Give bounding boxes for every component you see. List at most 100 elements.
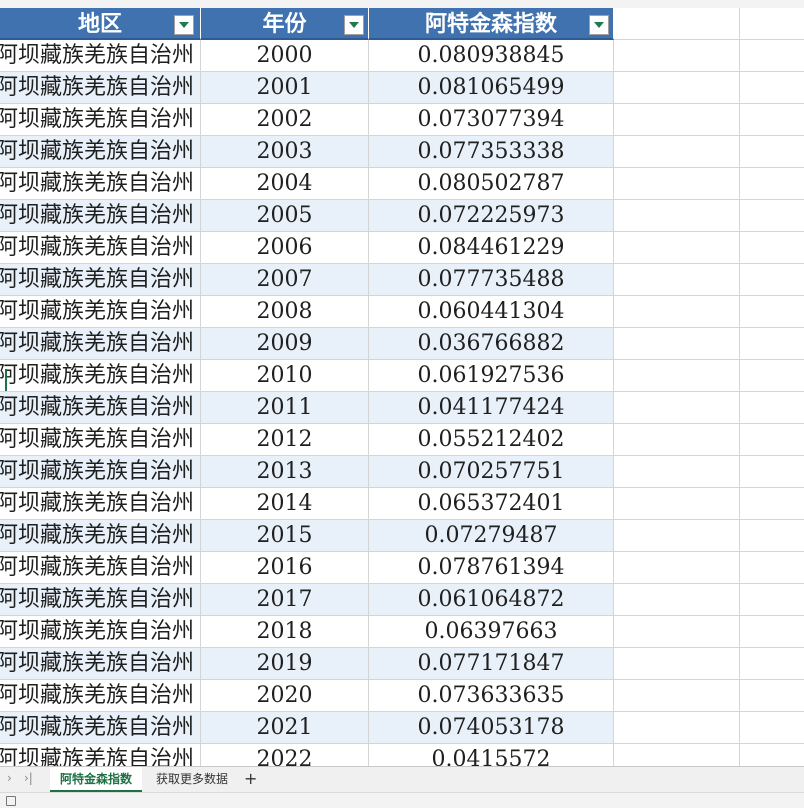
empty-cell[interactable] [740, 136, 804, 168]
empty-cell[interactable] [614, 264, 740, 296]
empty-cell[interactable] [614, 552, 740, 584]
cell-atkinson-value[interactable]: 0.080502787 [369, 168, 614, 200]
empty-cell[interactable] [740, 744, 804, 766]
cell-region[interactable]: 阿坝藏族羌族自治州 [0, 200, 201, 232]
cell-atkinson-value[interactable]: 0.041177424 [369, 392, 614, 424]
empty-cell[interactable] [614, 584, 740, 616]
filter-dropdown-icon[interactable] [589, 15, 609, 35]
filter-dropdown-icon[interactable] [344, 15, 364, 35]
cell-year[interactable]: 2016 [201, 552, 369, 584]
cell-atkinson-value[interactable]: 0.060441304 [369, 296, 614, 328]
cell-region[interactable]: 阿坝藏族羌族自治州 [0, 744, 201, 766]
cell-region[interactable]: 阿坝藏族羌族自治州 [0, 520, 201, 552]
cell-atkinson-value[interactable]: 0.072225973 [369, 200, 614, 232]
empty-cell[interactable] [614, 104, 740, 136]
cell-region[interactable]: 阿坝藏族羌族自治州 [0, 360, 201, 392]
cell-year[interactable]: 2002 [201, 104, 369, 136]
cell-year[interactable]: 2013 [201, 456, 369, 488]
cell-year[interactable]: 2010 [201, 360, 369, 392]
empty-cell[interactable] [740, 264, 804, 296]
empty-cell[interactable] [740, 552, 804, 584]
empty-cell[interactable] [614, 72, 740, 104]
cell-atkinson-value[interactable]: 0.078761394 [369, 552, 614, 584]
cell-atkinson-value[interactable]: 0.077735488 [369, 264, 614, 296]
cell-region[interactable]: 阿坝藏族羌族自治州 [0, 488, 201, 520]
empty-cell[interactable] [614, 424, 740, 456]
cell-year[interactable]: 2004 [201, 168, 369, 200]
sheet-tab-more-data[interactable]: 获取更多数据 [146, 767, 238, 792]
cell-year[interactable]: 2022 [201, 744, 369, 766]
empty-cell[interactable] [740, 680, 804, 712]
cell-year[interactable]: 2019 [201, 648, 369, 680]
cell-region[interactable]: 阿坝藏族羌族自治州 [0, 552, 201, 584]
cell-year[interactable]: 2008 [201, 296, 369, 328]
cell-atkinson-value[interactable]: 0.036766882 [369, 328, 614, 360]
empty-cell[interactable] [614, 200, 740, 232]
empty-cell[interactable] [740, 584, 804, 616]
empty-cell[interactable] [614, 136, 740, 168]
cell-atkinson-value[interactable]: 0.055212402 [369, 424, 614, 456]
empty-cell[interactable] [614, 520, 740, 552]
empty-cell[interactable] [614, 8, 740, 40]
empty-cell[interactable] [740, 520, 804, 552]
empty-cell[interactable] [740, 424, 804, 456]
cell-year[interactable]: 2007 [201, 264, 369, 296]
cell-year[interactable]: 2006 [201, 232, 369, 264]
cell-atkinson-value[interactable]: 0.081065499 [369, 72, 614, 104]
empty-cell[interactable] [740, 456, 804, 488]
cell-region[interactable]: 阿坝藏族羌族自治州 [0, 424, 201, 456]
cell-year[interactable]: 2021 [201, 712, 369, 744]
cell-year[interactable]: 2018 [201, 616, 369, 648]
empty-cell[interactable] [614, 488, 740, 520]
empty-cell[interactable] [740, 40, 804, 72]
cell-region[interactable]: 阿坝藏族羌族自治州 [0, 104, 201, 136]
cell-region[interactable]: 阿坝藏族羌族自治州 [0, 584, 201, 616]
cell-atkinson-value[interactable]: 0.065372401 [369, 488, 614, 520]
empty-cell[interactable] [614, 296, 740, 328]
empty-cell[interactable] [614, 712, 740, 744]
cell-year[interactable]: 2020 [201, 680, 369, 712]
add-sheet-button[interactable]: + [244, 769, 257, 788]
empty-cell[interactable] [740, 232, 804, 264]
chevron-right-icon[interactable]: › [7, 771, 12, 785]
empty-cell[interactable] [614, 392, 740, 424]
sheet-tab-atkinson[interactable]: 阿特金森指数 [50, 767, 143, 792]
cell-atkinson-value[interactable]: 0.0415572 [369, 744, 614, 766]
empty-cell[interactable] [614, 168, 740, 200]
cell-atkinson-value[interactable]: 0.07279487 [369, 520, 614, 552]
cell-region[interactable]: 阿坝藏族羌族自治州 [0, 392, 201, 424]
empty-cell[interactable] [740, 328, 804, 360]
empty-cell[interactable] [740, 712, 804, 744]
empty-cell[interactable] [614, 456, 740, 488]
cell-year[interactable]: 2001 [201, 72, 369, 104]
cell-atkinson-value[interactable]: 0.073077394 [369, 104, 614, 136]
cell-atkinson-value[interactable]: 0.084461229 [369, 232, 614, 264]
cell-region[interactable]: 阿坝藏族羌族自治州 [0, 264, 201, 296]
cell-region[interactable]: 阿坝藏族羌族自治州 [0, 680, 201, 712]
empty-cell[interactable] [740, 8, 804, 40]
cell-region[interactable]: 阿坝藏族羌族自治州 [0, 168, 201, 200]
empty-cell[interactable] [740, 296, 804, 328]
empty-cell[interactable] [740, 616, 804, 648]
cell-atkinson-value[interactable]: 0.074053178 [369, 712, 614, 744]
empty-cell[interactable] [614, 360, 740, 392]
header-cell-year[interactable]: 年份 [201, 8, 369, 40]
header-cell-atkinson[interactable]: 阿特金森指数 [369, 8, 614, 40]
cell-region[interactable]: 阿坝藏族羌族自治州 [0, 232, 201, 264]
empty-cell[interactable] [740, 72, 804, 104]
cell-atkinson-value[interactable]: 0.073633635 [369, 680, 614, 712]
cell-year[interactable]: 2015 [201, 520, 369, 552]
cell-atkinson-value[interactable]: 0.077171847 [369, 648, 614, 680]
cell-atkinson-value[interactable]: 0.061927536 [369, 360, 614, 392]
macro-record-icon[interactable] [6, 796, 16, 806]
empty-cell[interactable] [614, 328, 740, 360]
empty-cell[interactable] [740, 200, 804, 232]
cell-region[interactable]: 阿坝藏族羌族自治州 [0, 40, 201, 72]
cell-year[interactable]: 2005 [201, 200, 369, 232]
cell-year[interactable]: 2009 [201, 328, 369, 360]
empty-cell[interactable] [740, 648, 804, 680]
cell-region[interactable]: 阿坝藏族羌族自治州 [0, 136, 201, 168]
cell-region[interactable]: 阿坝藏族羌族自治州 [0, 712, 201, 744]
cell-region[interactable]: 阿坝藏族羌族自治州 [0, 456, 201, 488]
cell-year[interactable]: 2017 [201, 584, 369, 616]
